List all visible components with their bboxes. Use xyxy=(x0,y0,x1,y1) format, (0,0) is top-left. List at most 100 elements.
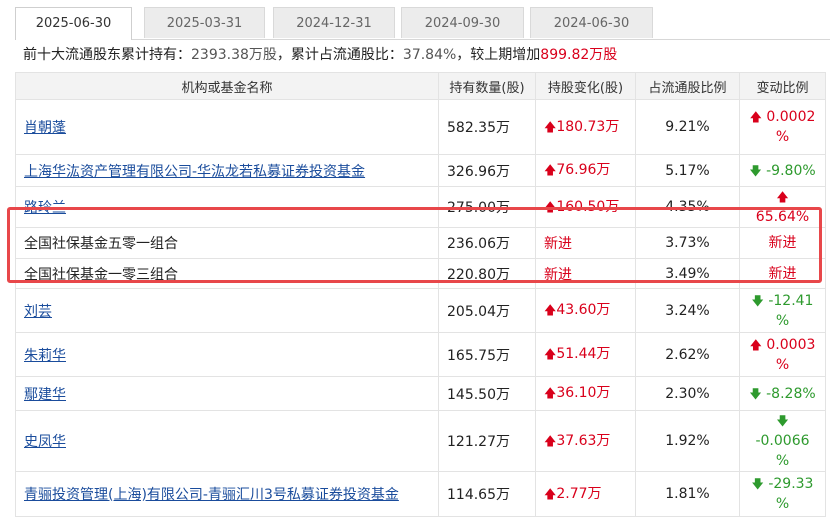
summary-mid: ，累计占流通股比： xyxy=(276,47,403,63)
period-tabs: 2025-06-30 2025-03-31 2024-12-31 2024-09… xyxy=(15,7,830,40)
float-ratio: 3.49% xyxy=(635,258,740,289)
arrow-up-icon: 🡅 xyxy=(749,337,762,352)
table-row: 史凤华 121.27万 🡅37.63万 1.92% 🡇 -0.0066% xyxy=(15,410,826,472)
arrow-up-icon: 🡅 xyxy=(544,433,557,448)
change-pct-unit: % xyxy=(775,312,790,329)
table-row: 青骊投资管理(上海)有限公司-青骊汇川3号私募证券投资基金 114.65万 🡅2.7… xyxy=(15,471,826,517)
holding-change-value: 43.60万 xyxy=(556,302,611,318)
holding-change-value: 51.44万 xyxy=(556,346,611,362)
holding-change: 🡅160.50万 xyxy=(535,186,636,228)
holder-name-cell: 肖朝蓬 xyxy=(15,99,439,155)
holder-name-link[interactable]: 路玲兰 xyxy=(24,200,66,216)
arrow-down-icon: 🡇 xyxy=(751,477,764,491)
holding-change: 新进 xyxy=(535,258,636,289)
holding-change-value: 新进 xyxy=(544,236,572,252)
arrow-down-icon: 🡇 xyxy=(776,414,789,428)
holder-name-link[interactable]: 朱莉华 xyxy=(24,348,66,364)
float-ratio: 1.92% xyxy=(635,410,740,472)
arrow-up-icon: 🡅 xyxy=(544,486,557,501)
change-pct-unit: % xyxy=(775,356,790,373)
change-pct: 🡅 65.64% xyxy=(739,186,826,228)
summary-shares: 2393.38万股 xyxy=(191,47,277,63)
holding-change-value: 37.63万 xyxy=(556,432,611,449)
summary-ratio: 37.84% xyxy=(402,47,457,63)
change-pct-value: 65.64% xyxy=(755,209,810,225)
float-ratio: 9.21% xyxy=(635,99,740,155)
holder-name-cell: 全国社保基金五零一组合 xyxy=(15,227,439,259)
arrow-up-icon: 🡅 xyxy=(544,303,557,317)
arrow-up-icon: 🡅 xyxy=(544,199,557,214)
change-pct-value: 新进 xyxy=(768,265,797,282)
holder-name: 全国社保基金五零一组合 xyxy=(24,236,178,252)
table-row: 朱莉华 165.75万 🡅51.44万 2.62% 🡅 0.0003% xyxy=(15,332,826,377)
arrow-up-icon: 🡅 xyxy=(749,110,762,124)
arrow-down-icon: 🡇 xyxy=(751,293,764,308)
holding-qty: 236.06万 xyxy=(438,227,536,259)
holder-name-link[interactable]: 鄢建华 xyxy=(24,387,66,403)
holding-qty: 582.35万 xyxy=(438,99,536,155)
holder-name-link[interactable]: 史凤华 xyxy=(24,434,66,450)
holding-change-value: 160.50万 xyxy=(556,198,620,215)
top-holders-table: 机构或基金名称 持有数量(股) 持股变化(股) 占流通股比例 变动比例 肖朝蓬 5… xyxy=(15,72,826,517)
holding-change: 🡅36.10万 xyxy=(535,376,636,411)
change-pct-value: -9.80% xyxy=(766,162,816,179)
holding-qty: 205.04万 xyxy=(438,288,536,333)
change-pct: 🡇 -29.33% xyxy=(739,471,826,517)
holding-qty: 121.27万 xyxy=(438,410,536,472)
summary-prefix: 前十大流通股东累计持有： xyxy=(23,47,191,63)
tab-2025-03-31[interactable]: 2025-03-31 xyxy=(144,7,265,38)
holder-name-cell: 鄢建华 xyxy=(15,376,439,411)
change-pct: 🡇 -9.80% xyxy=(739,154,826,187)
arrow-up-icon: 🡅 xyxy=(544,347,557,361)
holder-name-cell: 青骊投资管理(上海)有限公司-青骊汇川3号私募证券投资基金 xyxy=(15,471,439,517)
holding-change: 🡅2.77万 xyxy=(535,471,636,517)
summary-change: 899.82万股 xyxy=(540,47,618,63)
holding-change-value: 36.10万 xyxy=(556,385,611,401)
header-ratio: 占流通股比例 xyxy=(635,72,740,100)
holder-name-link[interactable]: 肖朝蓬 xyxy=(24,120,66,136)
tab-2025-06-30[interactable]: 2025-06-30 xyxy=(15,7,132,40)
table-row: 全国社保基金五零一组合 236.06万 新进 3.73% 新进 xyxy=(15,227,826,259)
holding-change: 新进 xyxy=(535,227,636,259)
tab-2024-09-30[interactable]: 2024-09-30 xyxy=(401,7,524,38)
tab-2024-12-31[interactable]: 2024-12-31 xyxy=(273,7,395,38)
change-pct: 🡇 -12.41% xyxy=(739,288,826,333)
header-change-pct: 变动比例 xyxy=(739,72,826,100)
change-pct-unit: % xyxy=(775,129,790,145)
change-pct-unit: % xyxy=(775,496,790,512)
holder-name-cell: 史凤华 xyxy=(15,410,439,472)
holder-name-cell: 路玲兰 xyxy=(15,186,439,228)
change-pct-unit: % xyxy=(775,453,790,469)
float-ratio: 5.17% xyxy=(635,154,740,187)
holder-name-link[interactable]: 刘芸 xyxy=(24,304,52,320)
holding-change-value: 新进 xyxy=(544,266,572,283)
arrow-up-icon: 🡅 xyxy=(544,119,557,134)
tab-2024-06-30[interactable]: 2024-06-30 xyxy=(530,7,653,38)
table-header-row: 机构或基金名称 持有数量(股) 持股变化(股) 占流通股比例 变动比例 xyxy=(15,72,826,100)
arrow-up-icon: 🡅 xyxy=(544,386,557,400)
arrow-up-icon: 🡅 xyxy=(544,163,557,177)
holder-name-cell: 朱莉华 xyxy=(15,332,439,377)
holder-name-link[interactable]: 上海华汯资产管理有限公司-华汯龙若私募证券投资基金 xyxy=(24,164,365,180)
change-pct-value: -8.28% xyxy=(766,385,816,402)
holding-change: 🡅51.44万 xyxy=(535,332,636,377)
holding-change-value: 180.73万 xyxy=(556,118,620,135)
change-pct-value: -12.41 xyxy=(768,292,814,309)
header-change: 持股变化(股) xyxy=(535,72,636,100)
holding-qty: 326.96万 xyxy=(438,154,536,187)
holder-name: 全国社保基金一零三组合 xyxy=(24,266,178,283)
change-pct-value: 0.0002 xyxy=(766,109,816,125)
change-pct: 新进 xyxy=(739,227,826,259)
holder-name-link[interactable]: 青骊投资管理(上海)有限公司-青骊汇川3号私募证券投资基金 xyxy=(24,487,399,503)
holding-qty: 165.75万 xyxy=(438,332,536,377)
arrow-down-icon: 🡇 xyxy=(749,163,762,178)
change-pct: 新进 xyxy=(739,258,826,289)
holding-change: 🡅43.60万 xyxy=(535,288,636,333)
change-pct: 🡅 0.0002% xyxy=(739,99,826,155)
header-name: 机构或基金名称 xyxy=(15,72,439,100)
holding-qty: 220.80万 xyxy=(438,258,536,289)
change-pct: 🡅 0.0003% xyxy=(739,332,826,377)
holding-change-value: 76.96万 xyxy=(556,162,611,178)
holder-name-cell: 全国社保基金一零三组合 xyxy=(15,258,439,289)
table-row: 肖朝蓬 582.35万 🡅180.73万 9.21% 🡅 0.0002% xyxy=(15,99,826,155)
